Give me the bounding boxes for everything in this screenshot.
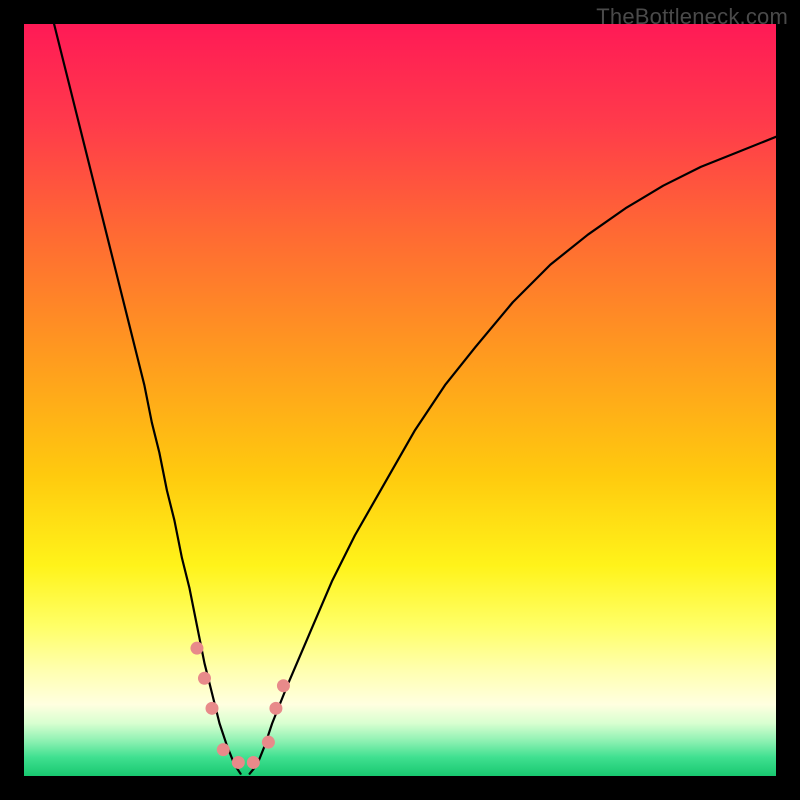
data-points-layer xyxy=(24,24,776,776)
data-point xyxy=(262,736,275,749)
chart-frame: TheBottleneck.com xyxy=(0,0,800,800)
data-point xyxy=(217,743,230,756)
data-point xyxy=(190,642,203,655)
data-point xyxy=(198,672,211,685)
data-point xyxy=(269,702,282,715)
data-point xyxy=(277,679,290,692)
data-point xyxy=(247,756,260,769)
plot-area xyxy=(24,24,776,776)
data-point xyxy=(232,756,245,769)
data-point xyxy=(206,702,219,715)
watermark-text: TheBottleneck.com xyxy=(596,4,788,30)
